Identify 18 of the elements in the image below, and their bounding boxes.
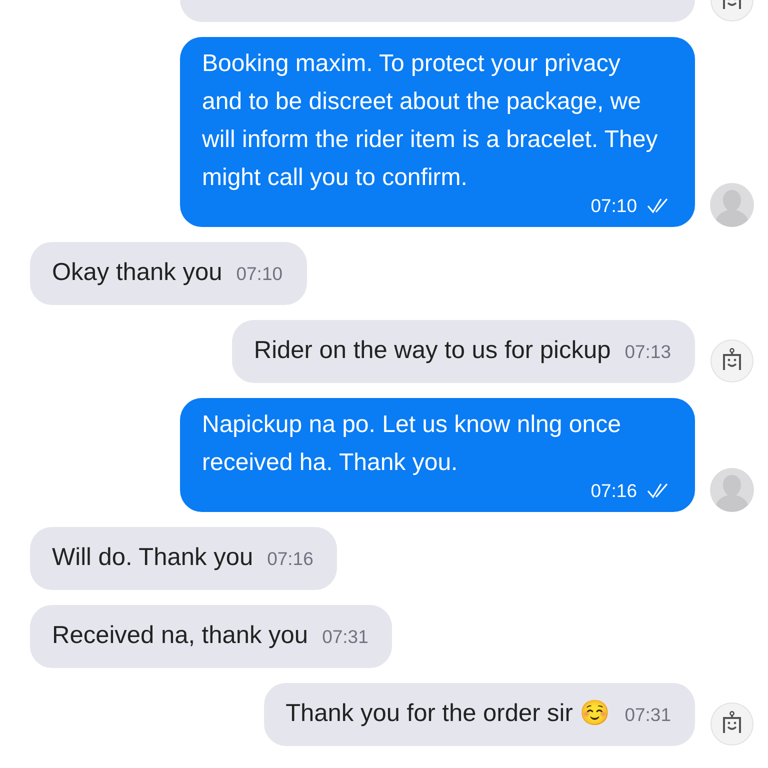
- message-text: Rider on the way to us for pickup: [254, 337, 611, 364]
- robot-icon: [710, 339, 754, 383]
- message-time: 07:31: [322, 625, 368, 649]
- message-time: 07:16: [267, 547, 314, 571]
- avatar-icon: [710, 183, 754, 227]
- avatar-icon: [710, 468, 754, 512]
- message-text: Will do. Thank you: [52, 544, 254, 571]
- message-time: 07:13: [624, 340, 671, 364]
- message-time: 07:10: [590, 194, 637, 218]
- message-text: Received na, thank you: [52, 622, 308, 649]
- message-text: Okay thank you: [52, 259, 222, 286]
- message-time: 07:16: [590, 479, 637, 503]
- message-text: Napickup na po. Let us know nlng once received ha. Thank you.: [202, 410, 622, 478]
- robot-icon: [710, 702, 754, 746]
- message-text: Thank you for the order sir ☺: [286, 700, 611, 727]
- message-text: Booking maxim. To protect your privacy and to be discreet about the package, we will inform the rider item is a bracelet. They might call you to confirm.: [202, 49, 659, 193]
- message-time: 07:10: [236, 262, 283, 286]
- message-time: 07:31: [624, 703, 671, 727]
